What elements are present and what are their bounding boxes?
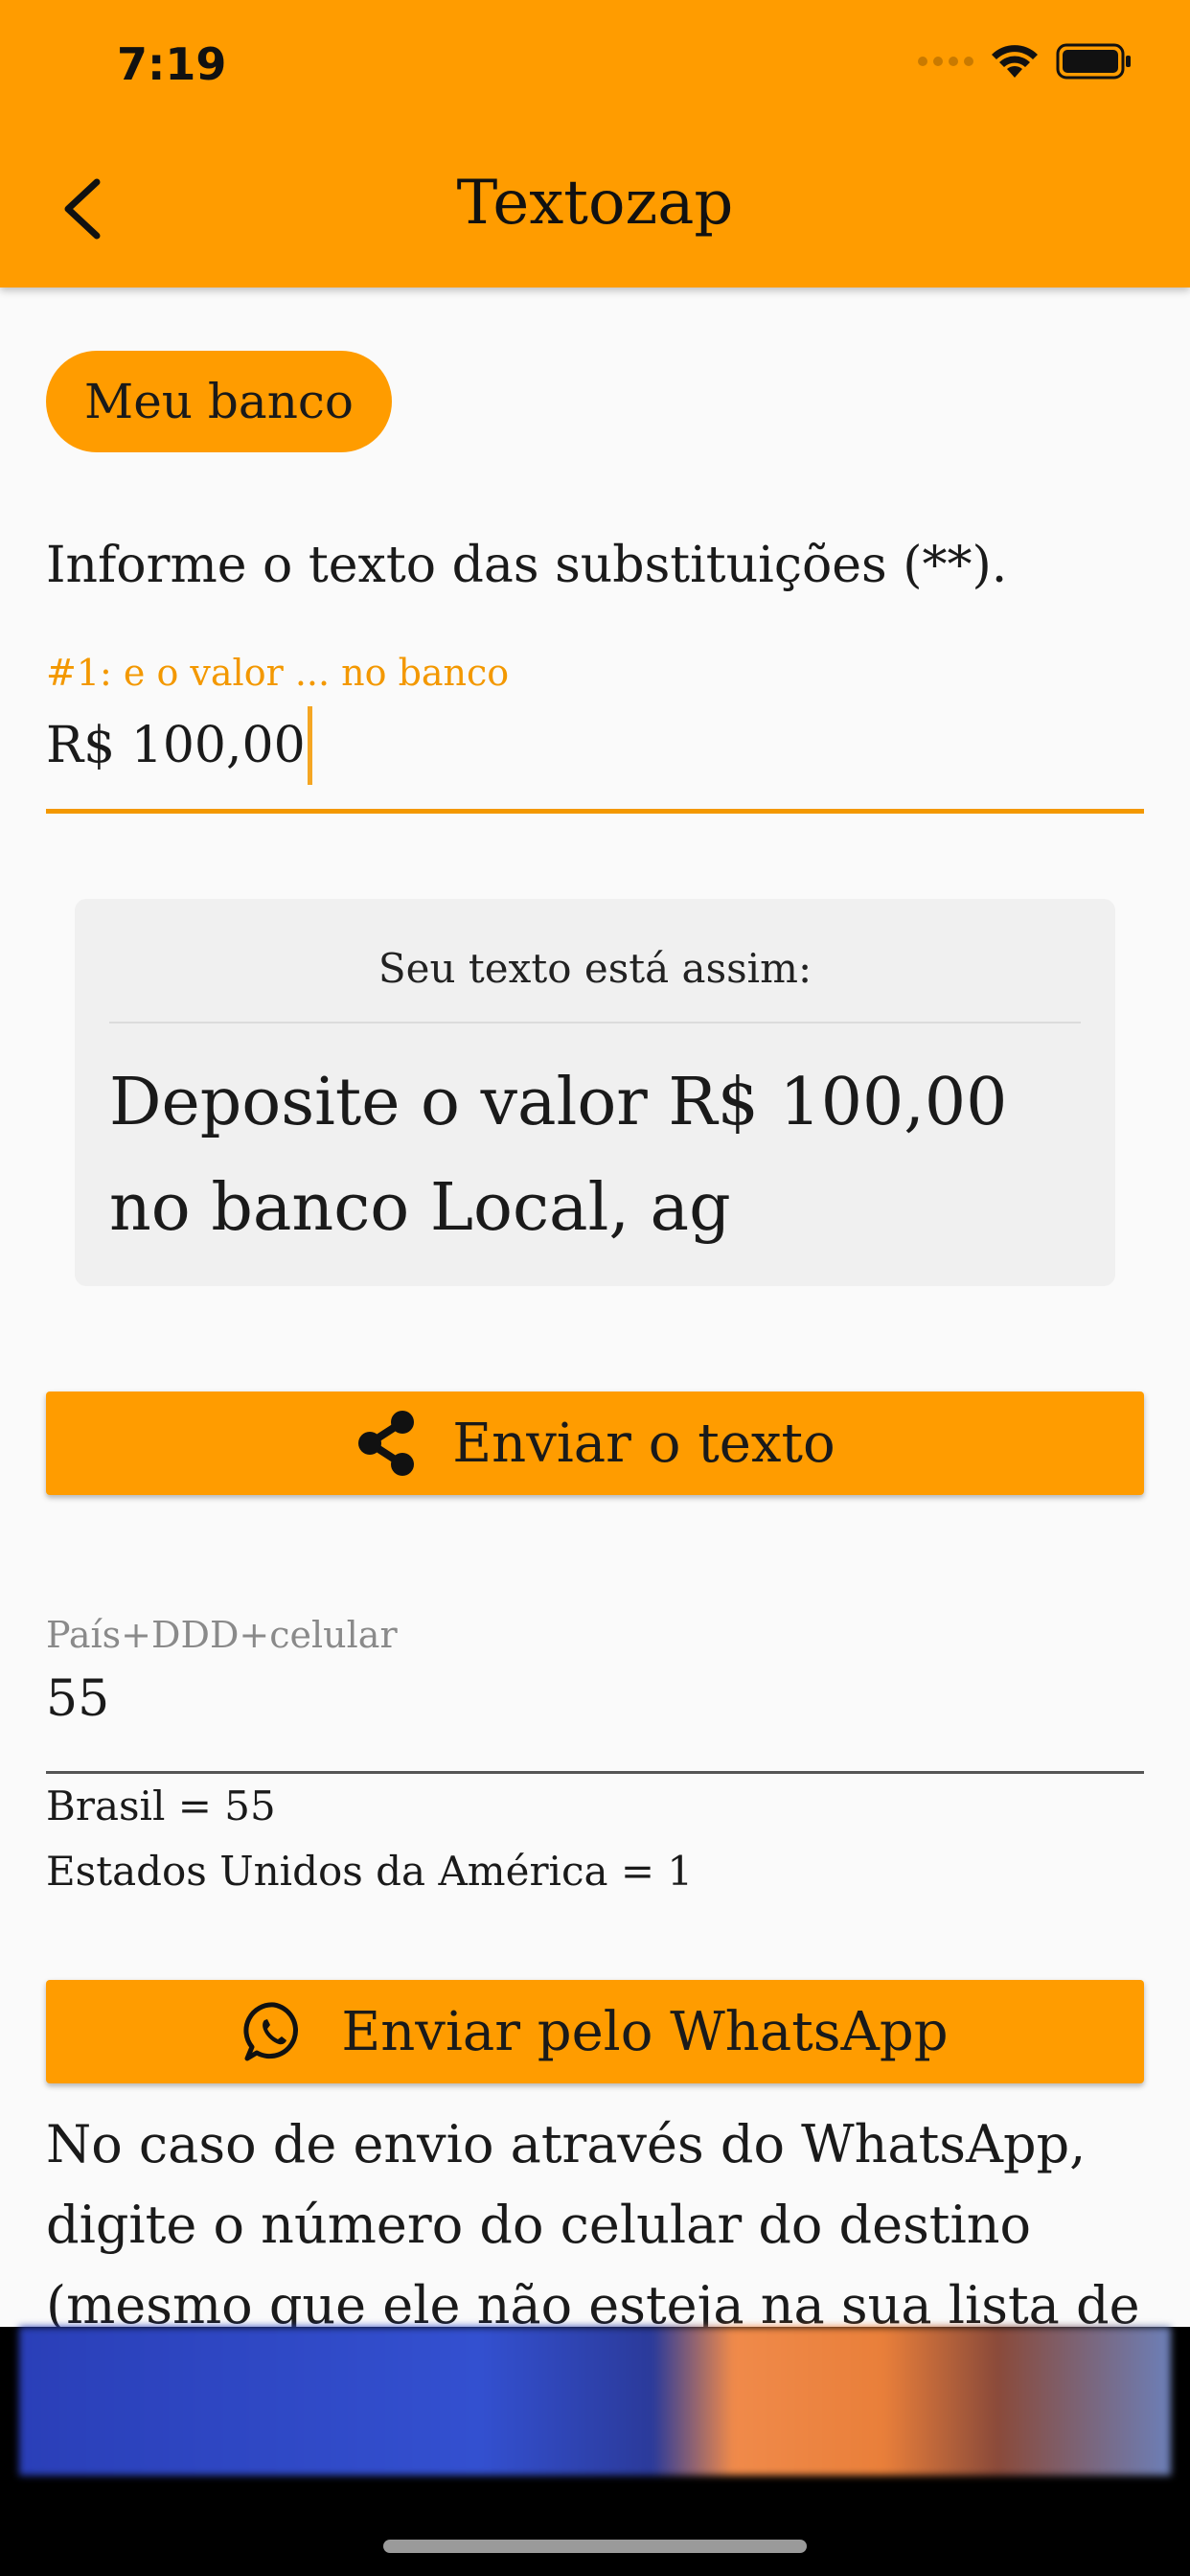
page-title: Textozap (456, 168, 734, 239)
send-text-button[interactable]: Enviar o texto (46, 1392, 1144, 1495)
status-icons (918, 42, 1133, 80)
ad-area (0, 2327, 1190, 2576)
meu-banco-chip[interactable]: Meu banco (46, 351, 393, 452)
substitution-input[interactable]: R$ 100,00 (46, 706, 312, 785)
preview-text: Deposite o valor R$ 100,00 no banco Loca… (109, 1065, 1008, 1246)
whatsapp-send-button-label: Enviar pelo WhatsApp (341, 2000, 949, 2063)
preview-divider (109, 1022, 1081, 1024)
whatsapp-send-button[interactable]: Enviar pelo WhatsApp (46, 1980, 1144, 2083)
whatsapp-icon (243, 2002, 299, 2061)
preview-label: Seu texto está assim: (378, 945, 812, 992)
instructions-text: Informe o texto das substituições (**). (46, 537, 1008, 594)
substitution-input-underline (46, 809, 1144, 814)
signal-icon (918, 57, 973, 66)
phone-input[interactable]: 55 (46, 1670, 109, 1728)
home-indicator[interactable] (383, 2540, 807, 2553)
country-code-hint: Estados Unidos da América = 1 (46, 1848, 694, 1895)
status-time: 7:19 (117, 38, 227, 90)
phone-input-underline (46, 1771, 1144, 1774)
wifi-icon (992, 45, 1038, 78)
send-text-button-label: Enviar o texto (452, 1412, 835, 1475)
preview-card: Seu texto está assim: Deposite o valor R… (75, 899, 1115, 1286)
app-bar: 7:19 Textozap (0, 0, 1190, 288)
substitution-input-value: R$ 100,00 (46, 717, 306, 774)
text-caret (307, 706, 312, 785)
ad-banner[interactable] (19, 2327, 1171, 2475)
battery-icon (1056, 43, 1131, 80)
chip-label: Meu banco (84, 374, 355, 429)
phone-field-label: País+DDD+celular (46, 1614, 398, 1656)
country-code-hint: Brasil = 55 (46, 1782, 276, 1829)
substitution-field-label: #1: e o valor ... no banco (46, 652, 510, 694)
share-icon (358, 1411, 415, 1476)
